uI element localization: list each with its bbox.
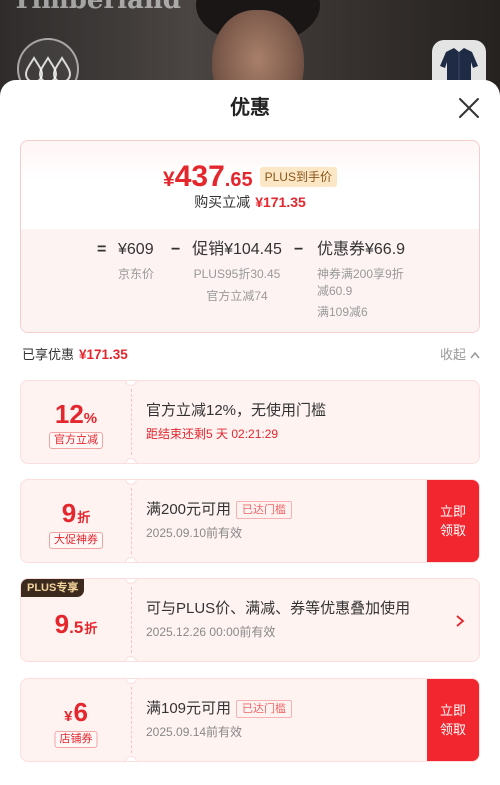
coupon-value-number: 12: [54, 399, 84, 429]
price-breakdown: = ¥609 京东价 − 促销¥104.45 PLUS95折30.45 官方立减…: [21, 229, 479, 332]
claim-button-label[interactable]: 立即: [440, 502, 466, 521]
sheet-title: 优惠: [230, 97, 270, 119]
coupon-validity: 2025.12.26 00:00前有效: [146, 625, 276, 639]
threshold-met-badge: 已达门槛: [236, 501, 293, 519]
claim-button-label[interactable]: 领取: [440, 720, 466, 739]
claim-coupon-button[interactable]: 立即 领取: [427, 480, 479, 562]
coupon-card-official-discount[interactable]: 12% 官方立减 官方立减12%，无使用门槛 距结束还剩5 天 02:21:29: [20, 380, 480, 464]
coupon-value-unit: 折: [84, 621, 98, 636]
coupon-detail: 减60.9: [317, 284, 353, 298]
minus-sign: −: [294, 241, 304, 258]
coupon-title: 满109元可用: [146, 700, 232, 717]
jd-price: ¥609: [118, 241, 154, 258]
plus-exclusive-tag: PLUS专享: [21, 579, 85, 597]
plus-price-badge: PLUS到手价: [259, 167, 337, 187]
coupon-countdown: 距结束还剩5 天 02:21:29: [146, 427, 279, 441]
coupon-value-number: 9: [54, 609, 70, 639]
close-icon[interactable]: [458, 97, 480, 119]
coupon-divider: [131, 687, 132, 753]
discount-sheet: 优惠 ¥ 437 .65 PLUS到手价 购买立减 ¥171.35 = ¥609 …: [0, 80, 500, 785]
total-discount-summary: 已享优惠 ¥171.35: [22, 346, 128, 364]
coupon-card-mega-sale[interactable]: 9折 大促神券 满200元可用 已达门槛 2025.09.10前有效 立即 领取: [20, 479, 480, 563]
coupon-title: 满200元可用: [146, 501, 232, 518]
minus-sign: −: [171, 241, 181, 258]
coupon-title-row: 官方立减12%，无使用门槛: [146, 400, 326, 422]
coupon-card-plus-exclusive[interactable]: PLUS专享 9.5 折 可与PLUS价、满减、券等优惠叠加使用 2025.12.…: [20, 578, 480, 662]
claim-coupon-button[interactable]: 立即 领取: [427, 679, 479, 761]
coupon-notch: [125, 679, 137, 684]
coupon-notch: [125, 756, 137, 761]
saving-label: 购买立减: [194, 194, 251, 210]
coupon-value-number: 6: [73, 697, 88, 727]
coupon-notch: [125, 458, 137, 463]
final-price-row: ¥ 437 .65 PLUS到手价: [21, 159, 479, 195]
coupon-value: 12%: [21, 399, 131, 429]
coupon-type-tag: 官方立减: [49, 432, 103, 449]
collapse-button[interactable]: 收起: [440, 346, 480, 364]
coupon-amount: 优惠券¥66.9: [317, 241, 406, 258]
saving-value: ¥171.35: [255, 194, 306, 210]
coupon-divider: [131, 389, 132, 455]
coupon-validity: 2025.09.10前有效: [146, 526, 243, 540]
coupon-title-row: 满109元可用 已达门槛: [146, 698, 293, 720]
coupon-value-unit: 折: [77, 510, 91, 525]
coupon-title: 可与PLUS价、满减、券等优惠叠加使用: [146, 600, 411, 617]
price-integer: 437: [174, 160, 225, 193]
promotion-detail: PLUS95折30.45: [193, 267, 281, 281]
coupon-value-number: 9: [61, 498, 77, 528]
coupon-notch: [125, 579, 137, 584]
coupon-notch: [125, 557, 137, 562]
threshold-met-badge: 已达门槛: [236, 700, 293, 718]
coupon-value: ¥6: [21, 697, 131, 727]
coupon-value: 9折: [21, 498, 131, 528]
promotion-amount: 促销¥104.45: [192, 241, 282, 258]
coupon-title-row: 满200元可用 已达门槛: [146, 499, 293, 521]
coupon-type-tag: 大促神券: [49, 532, 103, 549]
price-summary-card: ¥ 437 .65 PLUS到手价 购买立减 ¥171.35 = ¥609 京东价…: [20, 140, 480, 333]
collapse-label[interactable]: 收起: [440, 346, 466, 364]
coupon-value-decimal: .5: [69, 618, 84, 637]
coupon-title-row: 可与PLUS价、满减、券等优惠叠加使用: [146, 598, 410, 620]
coupon-notch: [125, 656, 137, 661]
equals-sign: =: [97, 241, 107, 258]
claim-button-label[interactable]: 领取: [440, 521, 466, 540]
promotion-detail: 官方立减74: [206, 289, 268, 303]
total-discount-label: 已享优惠: [22, 347, 75, 362]
coupon-detail: 满109减6: [317, 305, 368, 319]
coupon-validity: 2025.09.14前有效: [146, 725, 243, 739]
coupon-notch: [125, 381, 137, 386]
chevron-up-icon[interactable]: [470, 351, 480, 359]
coupon-title: 官方立减12%，无使用门槛: [146, 402, 327, 419]
coupon-divider: [131, 488, 132, 554]
coupon-value: 9.5 折: [21, 609, 131, 639]
total-discount-value: ¥171.35: [79, 347, 128, 362]
jd-price-label: 京东价: [118, 267, 155, 281]
coupon-value-unit: %: [83, 410, 98, 427]
saving-row: 购买立减 ¥171.35: [21, 192, 479, 212]
close-button[interactable]: [458, 97, 480, 119]
brand-logo: Timberland: [12, 0, 181, 15]
coupon-card-store[interactable]: ¥6 店铺券 满109元可用 已达门槛 2025.09.14前有效 立即 领取: [20, 678, 480, 762]
coupon-notch: [125, 480, 137, 485]
coupon-detail: 神券满200享9折: [317, 267, 404, 281]
coupon-type-tag: 店铺券: [54, 731, 98, 748]
claim-button-label[interactable]: 立即: [440, 701, 466, 720]
chevron-right-icon[interactable]: [455, 614, 465, 628]
coupon-divider: [131, 587, 132, 653]
coupon-value-currency: ¥: [64, 708, 73, 725]
